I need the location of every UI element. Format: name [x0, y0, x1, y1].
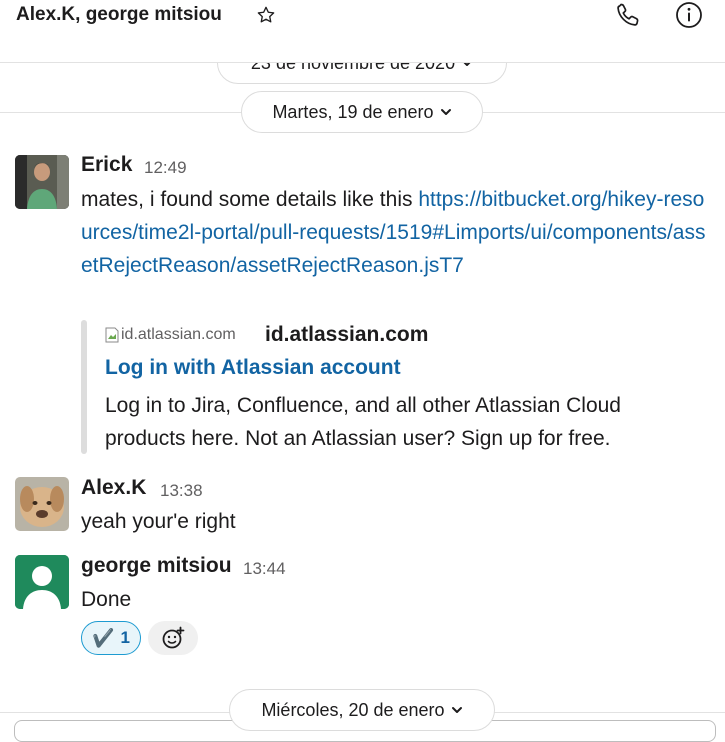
chevron-down-icon — [440, 109, 451, 115]
unfurl-site-image: id.atlassian.com — [105, 326, 236, 344]
message-timestamp[interactable]: 13:38 — [160, 481, 203, 501]
unfurl-accent-bar — [81, 320, 87, 454]
message-text: mates, i found some details like this — [81, 188, 419, 211]
date-divider-current[interactable]: Martes, 19 de enero — [241, 91, 483, 133]
info-icon[interactable] — [674, 0, 704, 30]
unfurl-site-name[interactable]: id.atlassian.com — [265, 323, 428, 347]
message-timestamp[interactable]: 13:44 — [243, 559, 286, 579]
reaction-count: 1 — [120, 628, 130, 647]
star-icon[interactable] — [256, 5, 276, 25]
channel-header: Alex.K, george mitsiou — [0, 0, 725, 63]
conversation-title[interactable]: Alex.K, george mitsiou — [16, 4, 222, 26]
avatar-image — [15, 155, 69, 209]
unfurl-title-link[interactable]: Log in with Atlassian account — [105, 356, 401, 380]
date-divider-next[interactable]: Miércoles, 20 de enero — [229, 689, 495, 731]
avatar-erick[interactable] — [15, 155, 69, 209]
author-name[interactable]: Alex.K — [81, 476, 146, 500]
date-label: Miércoles, 20 de enero — [261, 699, 445, 720]
author-name[interactable]: Erick — [81, 153, 132, 177]
unfurl-image-alt: id.atlassian.com — [121, 326, 236, 343]
date-label: Martes, 19 de enero — [272, 101, 434, 122]
unfurl-description: Log in to Jira, Confluence, and all othe… — [105, 394, 621, 450]
reaction-emoji: ✔️ — [92, 627, 115, 648]
message-text: yeah your'e right — [81, 510, 236, 533]
default-user-icon — [15, 555, 69, 609]
message-text: Done — [81, 588, 132, 611]
add-reaction-button[interactable] — [148, 621, 198, 655]
avatar-image — [15, 477, 69, 531]
phone-icon[interactable] — [614, 1, 642, 29]
add-reaction-icon — [162, 626, 185, 649]
message-timestamp[interactable]: 12:49 — [144, 158, 187, 178]
broken-image-icon — [105, 327, 119, 343]
chevron-down-icon — [451, 707, 462, 713]
avatar-george[interactable] — [15, 555, 69, 609]
avatar-alexk[interactable] — [15, 477, 69, 531]
author-name[interactable]: george mitsiou — [81, 554, 232, 578]
message-body: mates, i found some details like this ht… — [81, 183, 713, 282]
reaction-check[interactable]: ✔️ 1 — [81, 621, 141, 655]
